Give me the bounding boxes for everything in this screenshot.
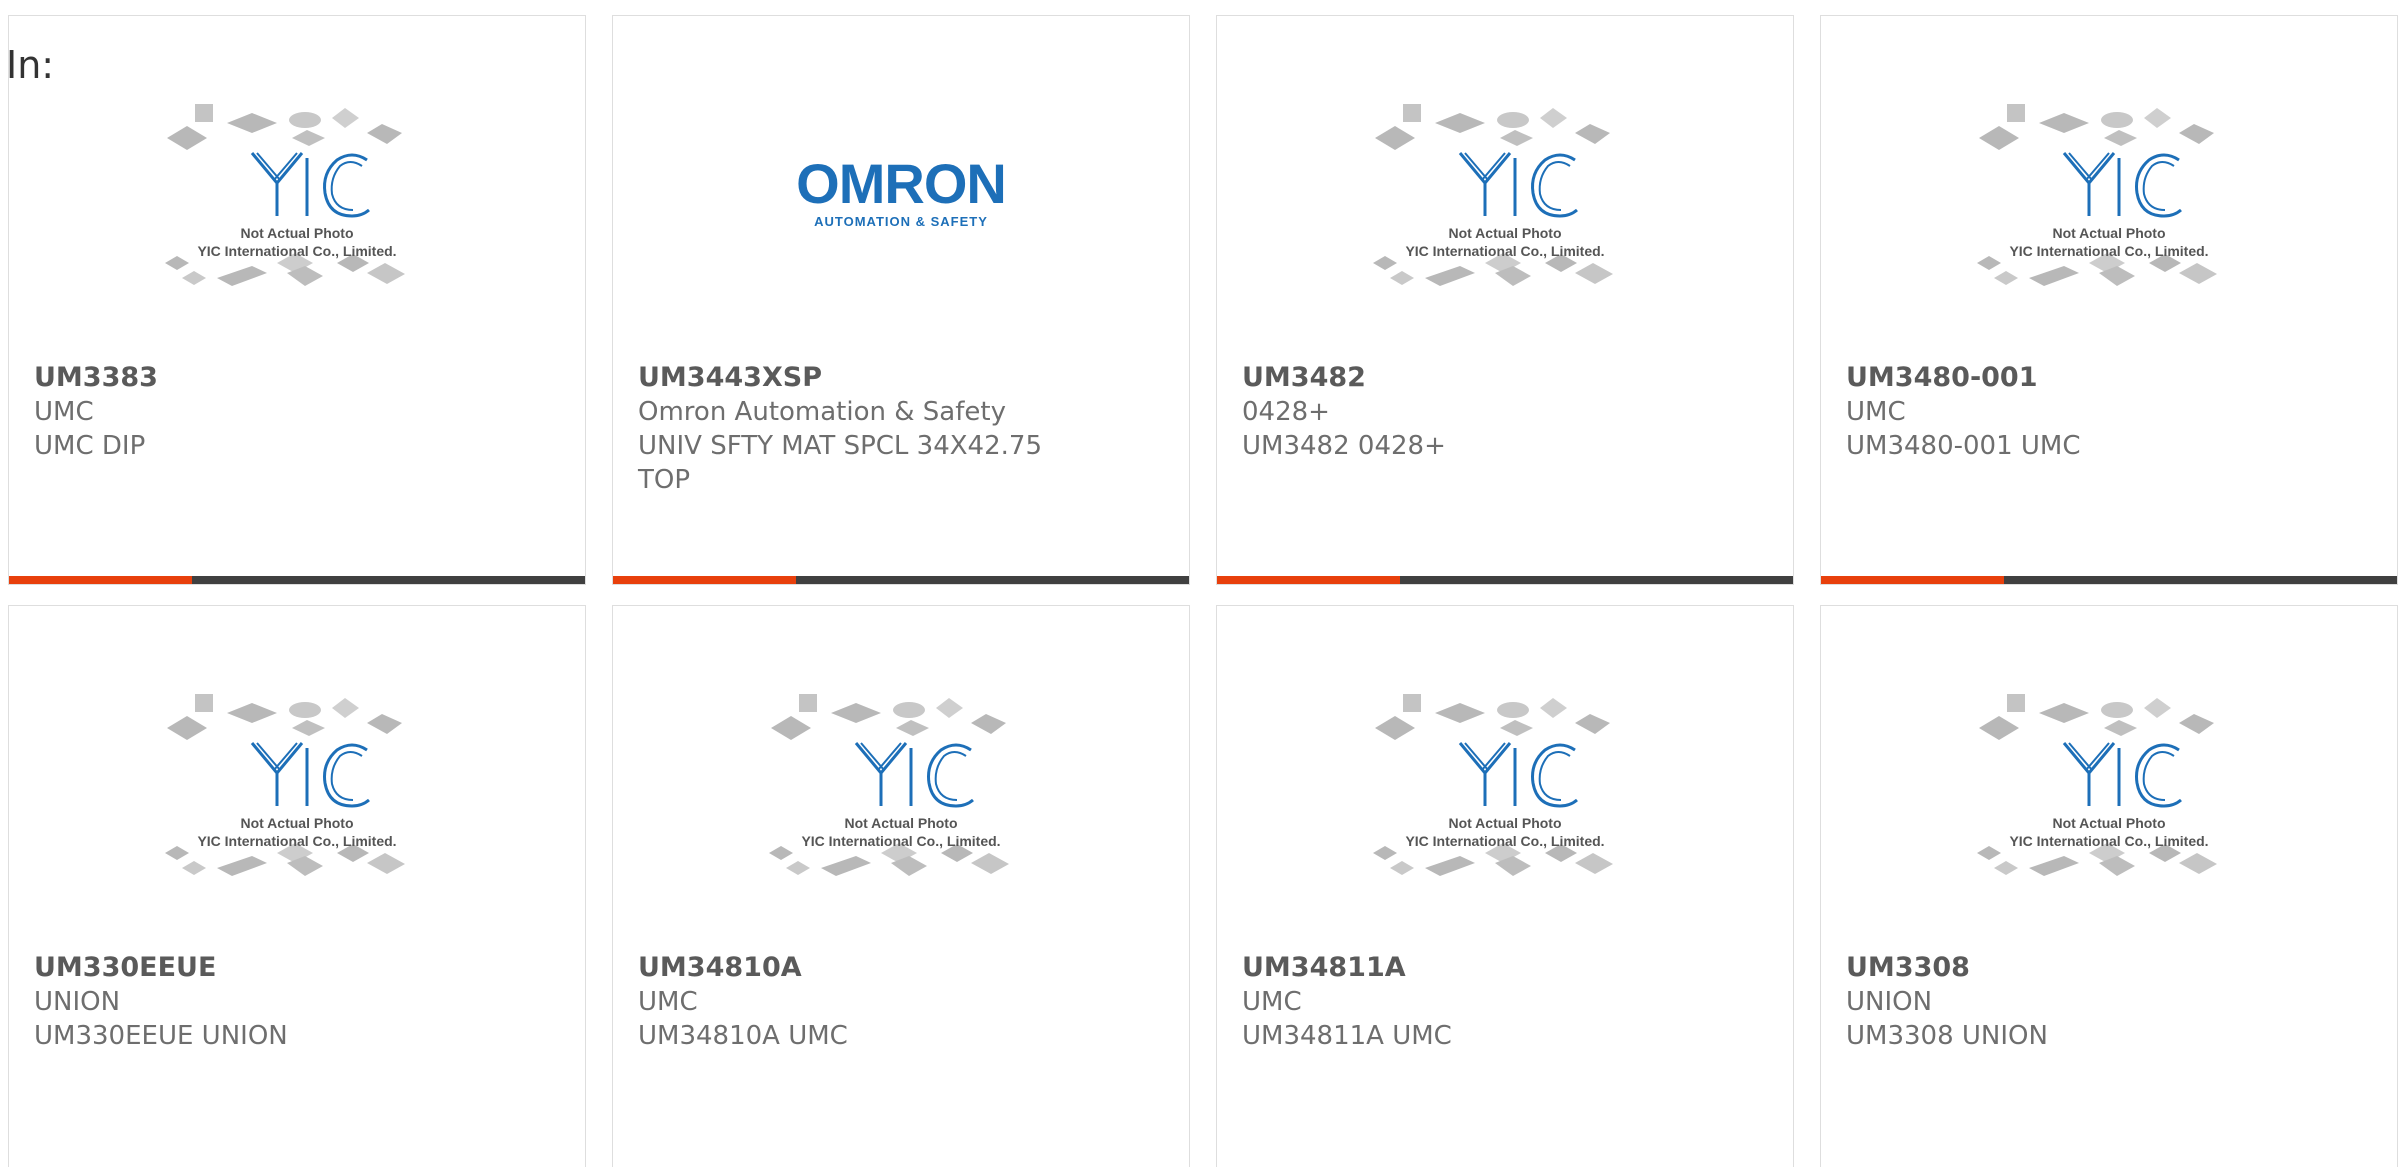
not-actual-photo-image: Not Actual Photo YIC International Co., … bbox=[1373, 104, 1613, 286]
card-accent-bar bbox=[1821, 576, 2004, 584]
not-actual-photo-image: Not Actual Photo YIC International Co., … bbox=[165, 694, 405, 876]
product-info: UM34811A UMC UM34811A UMC bbox=[1242, 951, 1773, 1053]
in-label: In: bbox=[6, 43, 55, 87]
caption-line2: YIC International Co., Limited. bbox=[197, 243, 396, 259]
card-bottom-bar bbox=[9, 576, 585, 584]
part-number[interactable]: UM34810A bbox=[638, 951, 1169, 985]
card-bottom-bar bbox=[613, 576, 1189, 584]
part-number[interactable]: UM3383 bbox=[34, 361, 565, 395]
description: UM34810A UMC bbox=[638, 1021, 848, 1051]
card-accent-bar bbox=[1217, 576, 1400, 584]
caption-line1: Not Actual Photo bbox=[240, 225, 353, 241]
card-accent-bar bbox=[613, 576, 796, 584]
manufacturer: UMC bbox=[34, 397, 94, 427]
not-actual-photo-image: Not Actual Photo YIC International Co., … bbox=[1977, 104, 2217, 286]
card-bottom-bar bbox=[1217, 576, 1793, 584]
product-card[interactable]: Not Actual Photo YIC International Co., … bbox=[8, 15, 586, 585]
description: UM34811A UMC bbox=[1242, 1021, 1452, 1051]
omron-logo: OMRON AUTOMATION & SAFETY bbox=[796, 152, 1007, 230]
caption-line2: YIC International Co., Limited. bbox=[197, 833, 396, 849]
card-bottom-bar bbox=[1821, 576, 2397, 584]
product-info: UM3308 UNION UM3308 UNION bbox=[1846, 951, 2377, 1053]
caption-line2: YIC International Co., Limited. bbox=[2009, 243, 2208, 259]
caption-line2: YIC International Co., Limited. bbox=[1405, 833, 1604, 849]
description: UM330EEUE UNION bbox=[34, 1021, 288, 1051]
manufacturer: UMC bbox=[1846, 397, 1906, 427]
product-card[interactable]: Not Actual Photo YIC International Co., … bbox=[1216, 605, 1794, 1167]
manufacturer: UMC bbox=[1242, 987, 1302, 1017]
description: UNIV SFTY MAT SPCL 34X42.75 TOP bbox=[638, 431, 1042, 495]
manufacturer: UMC bbox=[638, 987, 698, 1017]
manufacturer: 0428+ bbox=[1242, 397, 1330, 427]
part-number[interactable]: UM3443XSP bbox=[638, 361, 1169, 395]
manufacturer: UNION bbox=[1846, 987, 1933, 1017]
caption-line1: Not Actual Photo bbox=[240, 815, 353, 831]
description: UM3308 UNION bbox=[1846, 1021, 2048, 1051]
omron-tagline: AUTOMATION & SAFETY bbox=[814, 214, 988, 229]
caption-line1: Not Actual Photo bbox=[2052, 815, 2165, 831]
description: UM3480-001 UMC bbox=[1846, 431, 2081, 461]
description: UMC DIP bbox=[34, 431, 146, 461]
product-info: UM34810A UMC UM34810A UMC bbox=[638, 951, 1169, 1053]
part-number[interactable]: UM34811A bbox=[1242, 951, 1773, 985]
product-card[interactable]: Not Actual Photo YIC International Co., … bbox=[1820, 15, 2398, 585]
manufacturer: Omron Automation & Safety bbox=[638, 397, 1006, 427]
part-number[interactable]: UM3308 bbox=[1846, 951, 2377, 985]
card-accent-bar bbox=[9, 576, 192, 584]
description: UM3482 0428+ bbox=[1242, 431, 1446, 461]
not-actual-photo-image: Not Actual Photo YIC International Co., … bbox=[769, 694, 1009, 876]
caption-line1: Not Actual Photo bbox=[1448, 225, 1561, 241]
product-info: UM3383 UMC UMC DIP bbox=[34, 361, 565, 463]
caption-line2: YIC International Co., Limited. bbox=[2009, 833, 2208, 849]
part-number[interactable]: UM3482 bbox=[1242, 361, 1773, 395]
caption-line1: Not Actual Photo bbox=[1448, 815, 1561, 831]
product-info: UM3482 0428+ UM3482 0428+ bbox=[1242, 361, 1773, 463]
product-info: UM3480-001 UMC UM3480-001 UMC bbox=[1846, 361, 2377, 463]
part-number[interactable]: UM3480-001 bbox=[1846, 361, 2377, 395]
product-grid: Not Actual Photo YIC International Co., … bbox=[8, 15, 2400, 1167]
not-actual-photo-image: Not Actual Photo YIC International Co., … bbox=[1373, 694, 1613, 876]
not-actual-photo-image: Not Actual Photo YIC International Co., … bbox=[1977, 694, 2217, 876]
caption-line1: Not Actual Photo bbox=[2052, 225, 2165, 241]
caption-line2: YIC International Co., Limited. bbox=[1405, 243, 1604, 259]
product-card[interactable]: Not Actual Photo YIC International Co., … bbox=[612, 605, 1190, 1167]
caption-line1: Not Actual Photo bbox=[844, 815, 957, 831]
product-grid-page: In: Not Actual Photo YIC International C… bbox=[0, 0, 2400, 1167]
product-card[interactable]: OMRON AUTOMATION & SAFETY UM3443XSP Omron… bbox=[612, 15, 1190, 585]
part-number[interactable]: UM330EEUE bbox=[34, 951, 565, 985]
not-actual-photo-image: Not Actual Photo YIC International Co., … bbox=[165, 104, 405, 286]
product-info: UM3443XSP Omron Automation & Safety UNIV S… bbox=[638, 361, 1169, 497]
omron-brand: OMRON bbox=[796, 152, 1007, 215]
caption-line2: YIC International Co., Limited. bbox=[801, 833, 1000, 849]
product-card[interactable]: Not Actual Photo YIC International Co., … bbox=[8, 605, 586, 1167]
product-info: UM330EEUE UNION UM330EEUE UNION bbox=[34, 951, 565, 1053]
manufacturer: UNION bbox=[34, 987, 121, 1017]
product-card[interactable]: Not Actual Photo YIC International Co., … bbox=[1820, 605, 2398, 1167]
product-card[interactable]: Not Actual Photo YIC International Co., … bbox=[1216, 15, 1794, 585]
